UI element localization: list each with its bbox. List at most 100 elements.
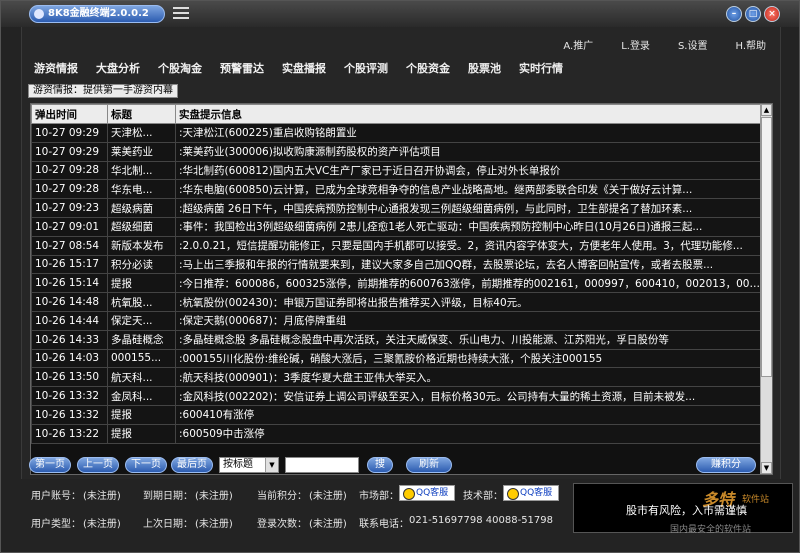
scroll-thumb[interactable] [761, 117, 772, 377]
cell-title: 保定天... [107, 310, 176, 331]
nav-item-stock-picking[interactable]: 个股淘金 [158, 60, 202, 76]
points-label: 当前积分： [257, 491, 307, 502]
app-title: 8K8金融终端2.0.0.2 [29, 5, 165, 23]
close-button[interactable]: × [764, 6, 780, 22]
nav-item-stock-review[interactable]: 个股评测 [344, 60, 388, 76]
cell-message: :600509中击涨停 [175, 423, 762, 444]
link-help[interactable]: H.帮助 [735, 37, 766, 52]
table-row[interactable]: 10-27 09:29 天津松...:天津松江(600225)重启收购铭朗置业 [31, 123, 762, 143]
cell-time: 10-26 14:33 [31, 329, 108, 350]
link-login[interactable]: L.登录 [621, 37, 650, 52]
cell-message: :000155川化股份:维纶碱，硝酸大涨后，三聚氰胺价格近期也持续大涨，个股关注… [175, 348, 762, 369]
risk-ticker: 多特 软件站 股市有风险，入市需谨慎 国内最安全的软件站 [573, 483, 793, 535]
prev-page-button[interactable]: 上一页 [77, 457, 119, 473]
table-row[interactable]: 10-27 09:23 超级病菌:超级病菌 26日下午，中国疾病预防控制中心通报发… [31, 198, 762, 218]
expire-label: 到期日期： [143, 491, 193, 502]
search-input[interactable] [285, 457, 359, 473]
table-row[interactable]: 10-27 08:54 新版本发布:2.0.0.21，短信提醒功能修正，只要是国内… [31, 235, 762, 256]
cell-title: 提报 [107, 404, 176, 425]
table-row[interactable]: 10-26 14:03 000155...:000155川化股份:维纶碱，硝酸大涨… [31, 348, 762, 369]
nav-item-realtime-quotes[interactable]: 实时行情 [519, 60, 563, 76]
next-page-button[interactable]: 下一页 [125, 457, 167, 473]
user-type-label: 用户类型： [31, 519, 81, 530]
table-row[interactable]: 10-26 13:22 提报:600509中击涨停 [31, 423, 762, 444]
cell-title: 华东电... [107, 179, 176, 200]
cell-title: 超级细菌 [107, 216, 176, 237]
main-nav: 游资情报 大盘分析 个股淘金 预警雷达 实盘播报 个股评测 个股资金 股票池 实… [34, 60, 581, 76]
watermark-slogan: 国内最安全的软件站 [670, 525, 752, 535]
table-scrollbar[interactable]: ▲ ▼ [760, 104, 772, 474]
earn-points-button[interactable]: 赚积分 [696, 457, 756, 473]
market-dept-label: 市场部： [359, 491, 399, 502]
table-row[interactable]: 10-27 09:01 超级细菌:事件：我国检出3例超级细菌病例 2患儿痊愈1老人… [31, 216, 762, 237]
nav-item-market-analysis[interactable]: 大盘分析 [96, 60, 140, 76]
cell-message: :华东电脑(600850)云计算，已成为全球竞相争夺的信息产业战略高地。继两部委… [175, 179, 762, 200]
first-page-button[interactable]: 第一页 [29, 457, 71, 473]
cell-title: 莱美药业 [107, 141, 176, 162]
table-row[interactable]: 10-26 14:48 杭氧股...:杭氧股份(002430)：申银万国证券即将出… [31, 292, 762, 312]
cell-title: 天津松... [107, 123, 176, 143]
nav-item-live-broadcast[interactable]: 实盘播报 [282, 60, 326, 76]
cell-title: 航天科... [107, 367, 176, 388]
cell-time: 10-26 15:17 [31, 254, 108, 275]
breadcrumb: 游资情报：提供第一手游资内幕 [28, 84, 178, 98]
cell-time: 10-27 09:28 [31, 160, 108, 181]
login-count-value: (未注册) [309, 519, 347, 530]
top-links: A.推广 L.登录 S.设置 H.帮助 [563, 37, 766, 52]
cell-time: 10-26 15:14 [31, 273, 108, 294]
title-bar[interactable]: 8K8金融终端2.0.0.2 – □ × [1, 1, 799, 27]
table-row[interactable]: 10-27 09:28 华东电...:华东电脑(600850)云计算，已成为全球竞… [31, 179, 762, 200]
last-date-label: 上次日期： [143, 519, 193, 530]
user-type-value: (未注册) [83, 519, 121, 530]
table-row[interactable]: 10-26 15:14 提报:今日推荐：600086，600325涨停，前期推荐的… [31, 273, 762, 294]
nav-item-stock-pool[interactable]: 股票池 [468, 60, 501, 76]
last-date-value: (未注册) [195, 519, 233, 530]
cell-time: 10-27 09:01 [31, 216, 108, 237]
table-row[interactable]: 10-26 14:44 保定天...:保定天鹅(000687)：月底停牌重组 [31, 310, 762, 331]
last-page-button[interactable]: 最后页 [171, 457, 213, 473]
table-row[interactable]: 10-26 14:33 多晶硅概念:多晶硅概念股 多晶硅概念股盘中再次活跃，关注天… [31, 329, 762, 350]
cell-message: :事件：我国检出3例超级细菌病例 2患儿痊愈1老人死亡驱动：中国疾病预防控制中心… [175, 216, 762, 237]
market-qq-button[interactable]: QQ客服 [399, 485, 455, 501]
search-button[interactable]: 搜 [367, 457, 393, 473]
cell-time: 10-26 14:44 [31, 310, 108, 331]
link-settings[interactable]: S.设置 [678, 37, 708, 52]
cell-time: 10-26 14:03 [31, 348, 108, 369]
table-header-row: 弹出时间 标题 实盘提示信息 [31, 104, 762, 124]
table-row[interactable]: 10-26 13:32 提报:600410有涨停 [31, 404, 762, 425]
app-title-text: 8K8金融终端2.0.0.2 [48, 8, 149, 19]
cell-title: 新版本发布 [107, 235, 176, 256]
scroll-up-icon[interactable]: ▲ [761, 104, 772, 116]
cell-title: 提报 [107, 423, 176, 444]
minimize-button[interactable]: – [726, 6, 742, 22]
risk-warning-text: 股市有风险，入市需谨慎 [626, 504, 747, 517]
chevron-down-icon[interactable]: ▼ [265, 458, 278, 472]
nav-item-alert-radar[interactable]: 预警雷达 [220, 60, 264, 76]
table-row[interactable]: 10-26 13:32 金凤科...:金风科技(002202)：安信证券上调公司评… [31, 386, 762, 406]
nav-item-hot-money[interactable]: 游资情报 [34, 60, 78, 76]
col-header-time[interactable]: 弹出时间 [31, 104, 108, 124]
cell-message: :华北制药(600812)国内五大VC生产厂家已于近日召开协调会，停止对外长单报… [175, 160, 762, 181]
search-field-select[interactable]: 按标题 ▼ [219, 457, 279, 473]
menu-icon[interactable] [173, 7, 189, 21]
table-row[interactable]: 10-26 15:17 积分必读:马上出三季报和年报的行情就要来到，建议大家多自己… [31, 254, 762, 275]
link-promote[interactable]: A.推广 [563, 37, 593, 52]
table-row[interactable]: 10-27 09:29 莱美药业:莱美药业(300006)拟收购康源制药股权的资产… [31, 141, 762, 162]
search-field-value: 按标题 [223, 459, 253, 470]
cell-message: :今日推荐：600086，600325涨停，前期推荐的600763涨停，前期推荐… [175, 273, 762, 294]
cell-message: :马上出三季报和年报的行情就要来到，建议大家多自己加QQ群，去股票论坛，去名人博… [175, 254, 762, 275]
tech-qq-button[interactable]: QQ客服 [503, 485, 559, 501]
refresh-button[interactable]: 刷新 [406, 457, 452, 473]
cell-message: :多晶硅概念股 多晶硅概念股盘中再次活跃，关注天威保变、乐山电力、川投能源、江苏… [175, 329, 762, 350]
nav-item-stock-capital[interactable]: 个股资金 [406, 60, 450, 76]
col-header-title[interactable]: 标题 [107, 104, 176, 124]
app-logo-icon [34, 9, 44, 19]
cell-title: 华北制... [107, 160, 176, 181]
points-value: (未注册) [309, 491, 347, 502]
table-row[interactable]: 10-26 13:50 航天科...:航天科技(000901)：3季度华夏大盘王亚… [31, 367, 762, 388]
cell-time: 10-26 13:22 [31, 423, 108, 444]
cell-title: 提报 [107, 273, 176, 294]
col-header-message[interactable]: 实盘提示信息 [175, 104, 762, 124]
table-row[interactable]: 10-27 09:28 华北制...:华北制药(600812)国内五大VC生产厂家… [31, 160, 762, 181]
maximize-button[interactable]: □ [745, 6, 761, 22]
